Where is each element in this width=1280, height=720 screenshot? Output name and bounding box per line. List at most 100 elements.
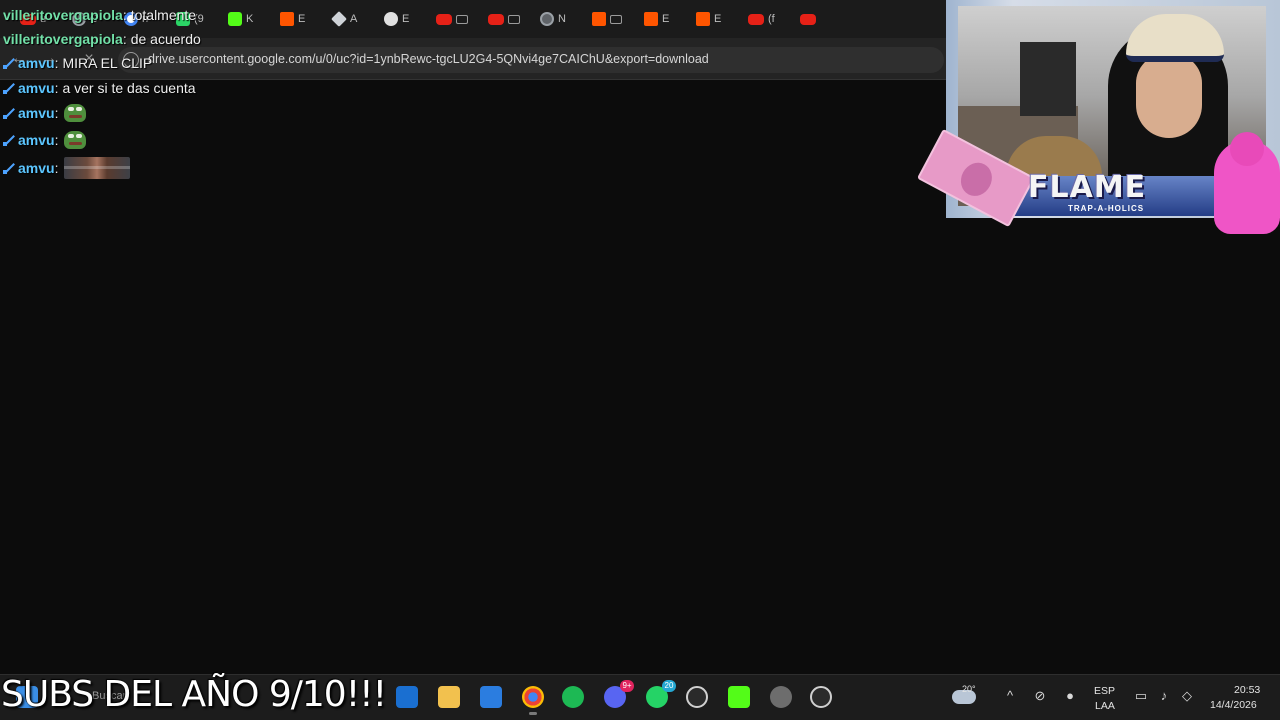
- streamer-cap: [1126, 14, 1224, 62]
- chat-text: a ver si te das cuenta: [62, 80, 196, 96]
- youtube-icon: [488, 13, 504, 25]
- chrome-icon: [540, 12, 554, 26]
- soundcloud-icon: [280, 12, 294, 26]
- chat-text: totalmente: [130, 7, 197, 23]
- chat-separator: :: [54, 80, 59, 96]
- browser-tab[interactable]: E: [690, 0, 742, 38]
- sword-badge-icon: [3, 162, 15, 174]
- stream-caption: SUBS DEL AÑO 9/10!!!: [1, 674, 387, 715]
- chat-text: MIRA EL CLIP: [62, 55, 153, 71]
- pepe-emote: [64, 104, 87, 122]
- clock-date[interactable]: 14/4/2026: [1210, 699, 1257, 711]
- kick-icon[interactable]: [728, 686, 750, 708]
- sword-badge-icon: [3, 134, 15, 146]
- speaker-icon[interactable]: ♪: [1156, 688, 1172, 704]
- tab-label: E: [402, 13, 410, 25]
- kick-icon: [228, 12, 242, 26]
- tab-label: N: [558, 13, 566, 25]
- discord-badge: 9+: [620, 680, 634, 692]
- chat-message: amvu: a ver si te das cuenta: [3, 80, 196, 96]
- keyboard-layout-indicator[interactable]: LAA: [1095, 700, 1115, 712]
- clock-time[interactable]: 20:53: [1234, 684, 1260, 696]
- whatsapp-badge: 20: [662, 680, 676, 692]
- youtube-icon: [800, 13, 816, 25]
- sword-badge-icon: [3, 82, 15, 94]
- chat-text: de acuerdo: [130, 31, 201, 47]
- sword-badge-icon: [3, 107, 15, 119]
- brand-subtitle: TRAP-A-HOLICS: [1068, 204, 1145, 213]
- webcam-wall-poster: [1020, 42, 1076, 116]
- youtube-icon: [436, 13, 452, 25]
- diamond-icon: [331, 11, 347, 27]
- shield-icon[interactable]: ◇: [1179, 688, 1195, 704]
- browser-tab[interactable]: (f: [742, 0, 794, 38]
- language-indicator[interactable]: ESP: [1094, 685, 1115, 697]
- chat-username: amvu: [18, 55, 55, 71]
- tab-label: E: [714, 13, 722, 25]
- g-hub-icon[interactable]: [686, 686, 708, 708]
- chat-username: villeritovergapiola: [3, 31, 123, 47]
- browser-tab[interactable]: [482, 0, 534, 38]
- file-explorer-icon[interactable]: [438, 686, 460, 708]
- chat-message: villeritovergapiola: totalmente: [3, 7, 196, 23]
- chat-separator: :: [54, 132, 59, 148]
- chat-message: villeritovergapiola: de acuerdo: [3, 31, 201, 47]
- sword-badge-icon: [3, 57, 15, 69]
- weather-temp[interactable]: 20°: [962, 684, 976, 694]
- browser-tab[interactable]: [430, 0, 482, 38]
- youtube-icon: [748, 13, 764, 25]
- chat-username: amvu: [18, 80, 55, 96]
- chat-username: amvu: [18, 160, 55, 176]
- spotify-icon[interactable]: [562, 686, 584, 708]
- microphone-icon[interactable]: ●: [1062, 688, 1078, 704]
- chat-username: villeritovergapiola: [3, 7, 123, 23]
- audio-indicator-icon: [456, 14, 468, 24]
- tab-label: E: [298, 13, 306, 25]
- browser-tab[interactable]: E: [274, 0, 326, 38]
- chat-separator: :: [54, 160, 59, 176]
- chat-separator: :: [122, 7, 127, 23]
- chat-username: amvu: [18, 132, 55, 148]
- soundcloud-icon: [592, 12, 606, 26]
- chat-separator: :: [54, 55, 59, 71]
- chat-separator: :: [122, 31, 127, 47]
- chat-message: amvu:: [3, 131, 87, 149]
- browser-tab[interactable]: [794, 0, 846, 38]
- chrome-icon[interactable]: [522, 686, 544, 715]
- tab-label: K: [246, 13, 254, 25]
- browser-tab[interactable]: A: [326, 0, 378, 38]
- browser-tab[interactable]: K: [222, 0, 274, 38]
- soundcloud-icon: [696, 12, 710, 26]
- network-off-icon[interactable]: ⊘: [1032, 688, 1048, 704]
- tab-label: (f: [768, 13, 775, 25]
- outlook-icon[interactable]: [396, 686, 418, 708]
- settings-icon[interactable]: [770, 686, 792, 708]
- tab-label: E: [662, 13, 670, 25]
- whatsapp-icon[interactable]: 20: [646, 680, 676, 708]
- streamer-face: [1136, 54, 1202, 138]
- chat-message: amvu: MIRA EL CLIP: [3, 55, 152, 71]
- photo-emote: [64, 157, 131, 179]
- monitor-icon[interactable]: ▭: [1133, 688, 1149, 704]
- chat-separator: :: [54, 105, 59, 121]
- browser-tab[interactable]: N: [534, 0, 586, 38]
- audio-indicator-icon: [610, 14, 622, 24]
- url-text[interactable]: drive.usercontent.google.com/u/0/uc?id=1…: [148, 52, 709, 66]
- soundcloud-icon: [644, 12, 658, 26]
- pepe-emote: [64, 131, 87, 149]
- audio-indicator-icon: [508, 14, 520, 24]
- chevron-up-icon[interactable]: ^: [1002, 688, 1018, 704]
- screen: u C n (9 K E A E N E E (f ← → × drive.us…: [0, 0, 1280, 720]
- obs-icon[interactable]: [810, 686, 832, 708]
- browser-tab[interactable]: E: [638, 0, 690, 38]
- brand-title: FLAME: [1028, 170, 1147, 205]
- chat-message: amvu:: [3, 104, 87, 122]
- chat-username: amvu: [18, 105, 55, 121]
- tab-label: A: [350, 13, 358, 25]
- microsoft-store-icon[interactable]: [480, 686, 502, 708]
- browser-tab[interactable]: E: [378, 0, 430, 38]
- browser-tab[interactable]: [586, 0, 638, 38]
- chat-message: amvu:: [3, 157, 131, 179]
- pink-buddha-sticker: [1214, 132, 1280, 234]
- discord-icon[interactable]: 9+: [604, 680, 634, 708]
